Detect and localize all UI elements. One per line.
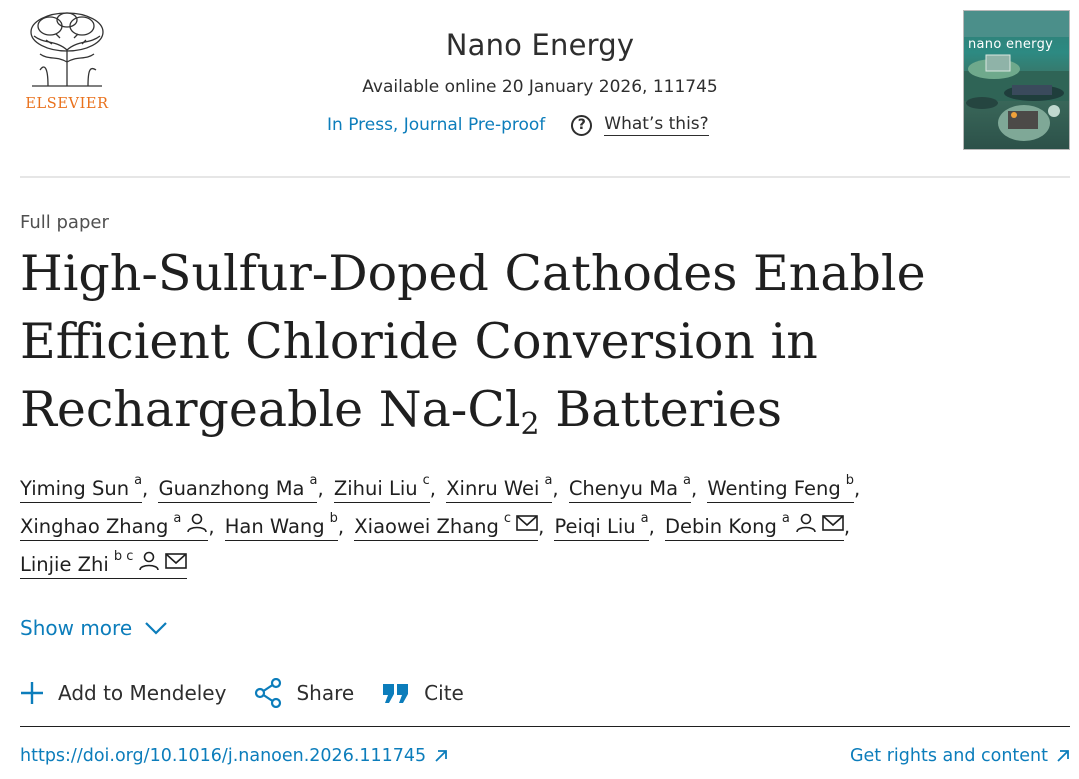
rights-and-content-link[interactable]: Get rights and content	[850, 746, 1070, 766]
plus-icon	[21, 682, 43, 704]
author-name: Chenyu Ma	[568, 477, 679, 500]
mendeley-label: Add to Mendeley	[58, 681, 227, 705]
quote-icon	[383, 684, 409, 703]
author-link[interactable]: Yiming Sun a	[20, 473, 143, 503]
author-name: Xiaowei Zhang	[354, 515, 499, 538]
envelope-icon	[822, 515, 844, 531]
envelope-icon	[516, 515, 538, 531]
person-icon	[796, 513, 816, 533]
in-press-link[interactable]: In Press, Journal Pre-proof	[327, 115, 545, 135]
affiliation-marker: a	[544, 473, 553, 488]
show-more-button[interactable]: Show more	[20, 616, 168, 640]
article-title: High-Sulfur-Doped Cathodes Enable Effici…	[20, 240, 980, 444]
external-link-icon	[1057, 750, 1069, 762]
affiliation-marker: b c	[113, 549, 134, 564]
author-name: Xinru Wei	[446, 477, 540, 500]
article-actions: Add to Mendeley Share Cite	[20, 678, 464, 708]
author-name: Han Wang	[224, 515, 325, 538]
author-link[interactable]: Zihui Liu c	[333, 473, 430, 503]
cover-artwork	[964, 11, 1069, 141]
author-name: Peiqi Liu	[554, 515, 636, 538]
author-link[interactable]: Wenting Feng b	[707, 473, 855, 503]
chevron-down-icon	[145, 622, 167, 635]
author-name: Yiming Sun	[20, 477, 130, 500]
affiliation-marker: a	[781, 511, 790, 526]
elsevier-logo[interactable]: ELSEVIER	[20, 10, 114, 114]
whats-this-button[interactable]: ? What’s this?	[571, 114, 709, 136]
author-name: Wenting Feng	[707, 477, 841, 500]
author-name: Guanzhong Ma	[158, 477, 305, 500]
person-icon	[187, 513, 208, 533]
doi-text: https://doi.org/10.1016/j.nanoen.2026.11…	[20, 746, 427, 766]
journal-cover-image[interactable]: nano energy	[963, 10, 1070, 150]
affiliation-marker: c	[422, 473, 430, 488]
author-name: Linjie Zhi	[20, 553, 109, 576]
affiliation-marker: c	[503, 511, 512, 526]
author-name: Xinghao Zhang	[20, 515, 169, 538]
author-link[interactable]: Linjie Zhi b c	[20, 549, 188, 579]
share-label: Share	[296, 681, 355, 705]
doi-link[interactable]: https://doi.org/10.1016/j.nanoen.2026.11…	[20, 746, 448, 766]
add-to-mendeley-button[interactable]: Add to Mendeley	[20, 681, 226, 705]
title-text: High-Sulfur-Doped Cathodes Enable Effici…	[20, 245, 926, 438]
author-name: Zihui Liu	[333, 477, 418, 500]
status-row: In Press, Journal Pre-proof ? What’s thi…	[327, 114, 709, 136]
author-name: Debin Kong	[664, 515, 777, 538]
affiliation-marker: a	[134, 473, 143, 488]
header-divider	[20, 176, 1070, 178]
elsevier-tree-icon	[30, 12, 104, 87]
elsevier-wordmark: ELSEVIER	[25, 96, 109, 112]
whats-this-label: What’s this?	[604, 114, 709, 136]
title-text-end: Batteries	[539, 381, 783, 438]
actions-divider	[20, 726, 1070, 727]
external-link-icon	[435, 750, 448, 762]
affiliation-marker: b	[845, 473, 855, 488]
cite-label: Cite	[424, 681, 464, 705]
affiliation-marker: a	[640, 511, 649, 526]
cover-title: nano energy	[968, 37, 1054, 52]
rights-text: Get rights and content	[849, 746, 1048, 766]
affiliation-marker: a	[173, 511, 182, 526]
journal-header: Nano Energy Available online 20 January …	[290, 28, 790, 97]
show-more-label: Show more	[20, 616, 133, 640]
cite-button[interactable]: Cite	[382, 681, 464, 705]
author-link[interactable]: Peiqi Liu a	[554, 511, 649, 541]
author-link[interactable]: Han Wang b	[224, 511, 338, 541]
author-link[interactable]: Chenyu Ma a	[568, 473, 691, 503]
author-link[interactable]: Guanzhong Ma a	[158, 473, 318, 503]
author-link[interactable]: Xinru Wei a	[446, 473, 553, 503]
person-icon	[139, 551, 160, 571]
article-type: Full paper	[20, 212, 109, 233]
share-icon	[255, 678, 282, 708]
affiliation-marker: b	[329, 511, 338, 526]
author-list: Yiming Sun a, Guanzhong Ma a, Zihui Liu c, …	[20, 470, 1020, 584]
author-link[interactable]: Xiaowei Zhang c	[354, 511, 539, 541]
share-button[interactable]: Share	[254, 678, 354, 708]
envelope-icon	[165, 553, 188, 569]
title-subscript: 2	[520, 407, 540, 442]
author-link[interactable]: Xinghao Zhang a	[20, 511, 209, 541]
journal-title-link[interactable]: Nano Energy	[290, 28, 790, 62]
question-icon: ?	[571, 114, 593, 136]
availability-text: Available online 20 January 2026, 111745	[362, 77, 718, 97]
author-link[interactable]: Debin Kong a	[664, 511, 844, 541]
affiliation-marker: a	[683, 473, 691, 488]
affiliation-marker: a	[309, 473, 318, 488]
